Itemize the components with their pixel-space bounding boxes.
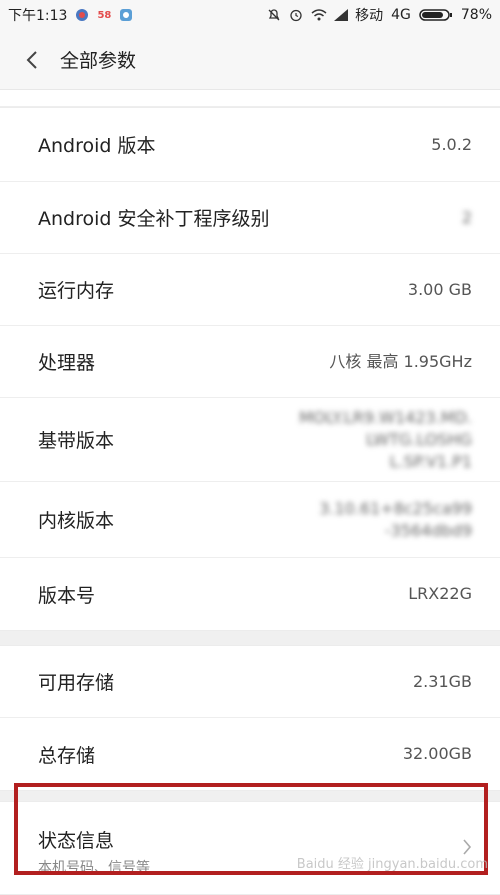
back-button[interactable] bbox=[18, 46, 46, 74]
battery-icon bbox=[419, 8, 453, 22]
badge-58: 58 bbox=[97, 9, 112, 21]
row-value: 八核 最高 1.95GHz bbox=[329, 351, 472, 371]
row-label: 版本号 bbox=[38, 584, 96, 607]
row-value: 2.31GB bbox=[413, 671, 472, 691]
row-value: 3.10.61+8c25ca99 -3564dbd9 bbox=[319, 498, 472, 540]
battery-percent: 78% bbox=[460, 7, 492, 23]
network-label: 4G bbox=[391, 7, 411, 23]
row-value: 2 bbox=[461, 207, 472, 227]
app-header: 全部参数 bbox=[0, 30, 500, 90]
section-divider bbox=[0, 791, 500, 801]
signal-icon bbox=[333, 8, 349, 22]
row-value: LRX22G bbox=[408, 584, 472, 603]
watermark: Baidu 经验 jingyan.baidu.com bbox=[296, 857, 488, 872]
row-value: 5.0.2 bbox=[431, 134, 472, 154]
row-label: 处理器 bbox=[38, 352, 96, 374]
partial-row bbox=[0, 90, 500, 107]
alarm-clock-icon bbox=[289, 8, 303, 22]
row-value: 32.00GB bbox=[402, 744, 472, 763]
row-value: 3.00 GB bbox=[407, 279, 472, 299]
row-total-storage[interactable]: 总存储 32.00GB bbox=[0, 718, 500, 790]
row-processor[interactable]: 处理器 八核 最高 1.95GHz bbox=[0, 326, 500, 398]
row-label: 内核版本 bbox=[38, 510, 115, 532]
row-label: 运行内存 bbox=[38, 280, 115, 302]
row-value: MOLY.LR9.W1423.MD. LWTG.LOSHG L.SP.V1.P1 bbox=[299, 407, 472, 471]
row-label: 可用存储 bbox=[38, 672, 115, 694]
carrier-label: 移动 bbox=[355, 8, 384, 24]
status-bar: 下午1:13 58 移动 4G 78% bbox=[0, 0, 500, 30]
row-label: 总存储 bbox=[38, 744, 96, 767]
row-available-storage[interactable]: 可用存储 2.31GB bbox=[0, 646, 500, 718]
status-info-item[interactable]: 状态信息 本机号码、信号等 bbox=[0, 802, 500, 894]
row-kernel[interactable]: 内核版本 3.10.61+8c25ca99 -3564dbd9 bbox=[0, 482, 500, 558]
status-info-title: 状态信息 bbox=[38, 830, 115, 852]
silent-bell-icon bbox=[267, 8, 281, 22]
status-info-section: 状态信息 本机号码、信号等 bbox=[0, 801, 500, 895]
wifi-icon bbox=[311, 8, 327, 22]
row-baseband[interactable]: 基带版本 MOLY.LR9.W1423.MD. LWTG.LOSHG L.SP.… bbox=[0, 398, 500, 482]
clock: 下午1:13 bbox=[8, 8, 68, 24]
row-label: Android 版本 bbox=[38, 135, 156, 157]
storage-section: 可用存储 2.31GB 总存储 32.00GB bbox=[0, 645, 500, 791]
row-security-patch[interactable]: Android 安全补丁程序级别 2 bbox=[0, 182, 500, 254]
app-notification-icon bbox=[119, 8, 133, 22]
row-label: Android 安全补丁程序级别 bbox=[38, 208, 270, 230]
row-ram[interactable]: 运行内存 3.00 GB bbox=[0, 254, 500, 326]
chevron-left-icon bbox=[26, 50, 37, 69]
page-title: 全部参数 bbox=[60, 50, 137, 72]
section-divider bbox=[0, 631, 500, 645]
device-info-section: Android 版本 5.0.2 Android 安全补丁程序级别 2 运行内存… bbox=[0, 107, 500, 631]
row-build-number[interactable]: 版本号 LRX22G bbox=[0, 558, 500, 630]
app-notification-icon bbox=[75, 8, 89, 22]
row-label: 基带版本 bbox=[38, 430, 115, 452]
row-android-version[interactable]: Android 版本 5.0.2 bbox=[0, 108, 500, 182]
